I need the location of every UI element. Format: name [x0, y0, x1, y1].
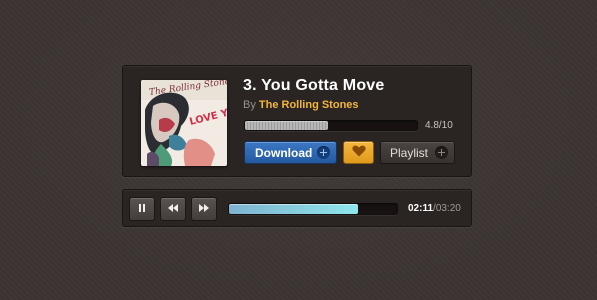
heart-icon — [351, 145, 366, 160]
fast-forward-button[interactable] — [191, 197, 217, 221]
artist-name[interactable]: The Rolling Stones — [259, 99, 359, 111]
pause-icon — [137, 203, 147, 216]
rating-value: 4.8/10 — [425, 120, 453, 131]
rating-bar-fill — [245, 121, 328, 130]
plus-icon — [317, 146, 330, 159]
current-time: 02:11 — [408, 203, 434, 214]
playback-time: 02:11/03:20 — [408, 203, 461, 214]
player-controls-panel: 02:11/03:20 — [122, 189, 472, 227]
rating-bar[interactable] — [244, 120, 418, 131]
track-byline: By The Rolling Stones — [243, 99, 359, 111]
download-button[interactable]: Download — [244, 141, 337, 164]
track-info-panel: The Rolling Stones LOVE YOU LIVE 3. You … — [122, 65, 472, 177]
playlist-label: Playlist — [390, 145, 429, 160]
plus-icon — [435, 146, 448, 159]
favorite-button[interactable] — [343, 141, 374, 164]
total-time: 03:20 — [435, 203, 461, 214]
album-cover: The Rolling Stones LOVE YOU LIVE — [141, 80, 227, 166]
rewind-button[interactable] — [160, 197, 186, 221]
rewind-icon — [167, 203, 179, 215]
playlist-button[interactable]: Playlist — [380, 141, 455, 164]
download-label: Download — [255, 145, 313, 160]
by-label: By — [243, 99, 256, 111]
fast-forward-icon — [198, 203, 210, 215]
pause-button[interactable] — [129, 197, 155, 221]
playback-progress-fill — [229, 204, 358, 214]
track-title: 3. You Gotta Move — [243, 77, 385, 94]
playback-progress-bar[interactable] — [228, 203, 398, 215]
